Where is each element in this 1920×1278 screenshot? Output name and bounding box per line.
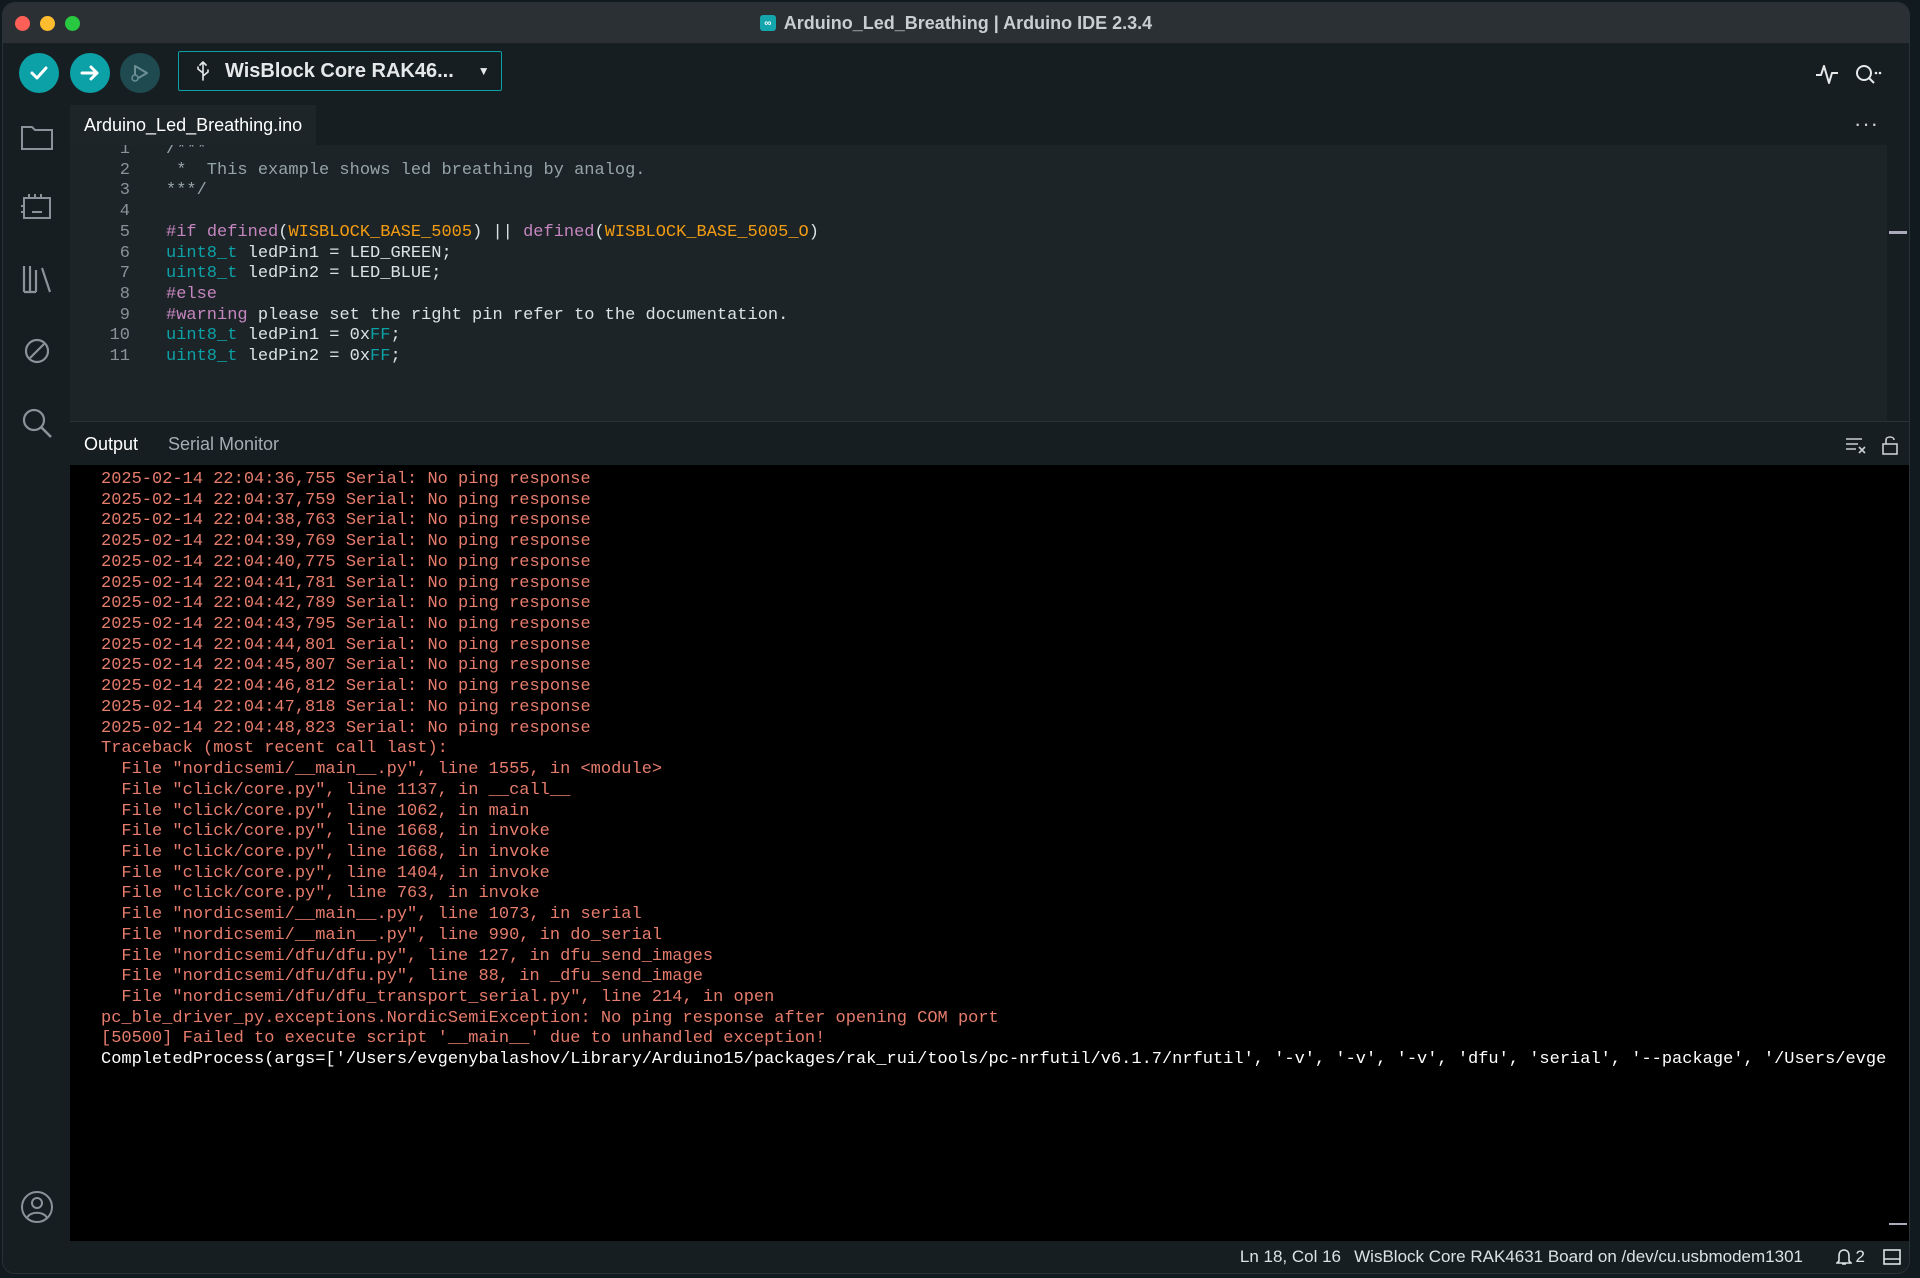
code-token: ; [390, 347, 401, 366]
code-token: ; [390, 326, 401, 346]
code-token: defined [523, 222, 595, 242]
sketchbook-button[interactable] [17, 117, 57, 157]
library-manager-button[interactable] [17, 259, 57, 299]
panel-layout-icon [1883, 1249, 1901, 1265]
code-token: uint8_t [166, 347, 238, 366]
output-console[interactable]: 2025-02-14 22:04:36,755 Serial: No ping … [70, 465, 1887, 1243]
window-controls [15, 16, 80, 31]
window-title: Arduino_Led_Breathing | Arduino IDE 2.3.… [783, 12, 1153, 33]
editor-tab-bar: Arduino_Led_Breathing.ino ··· [70, 105, 1909, 145]
output-line: CompletedProcess(args=['/Users/evgenybal… [101, 1050, 1887, 1070]
line-number: 11 [109, 347, 130, 366]
code-token: ***/ [166, 181, 207, 201]
code-token: WISBLOCK_BASE_5005_O [604, 222, 809, 242]
code-token: uint8_t [166, 243, 238, 263]
code-line[interactable]: 11 uint8_t ledPin2 = 0xFF; [70, 344, 1887, 369]
verify-button[interactable] [19, 53, 59, 93]
debug-button[interactable] [120, 53, 160, 93]
account-icon [21, 1191, 53, 1223]
code-token: FF [370, 347, 391, 366]
output-panel: Output Serial Monitor 2025-02-14 22:04:3… [70, 421, 1909, 1243]
status-bar: Ln 18, Col 16 WisBlock Core RAK4631 Boar… [3, 1241, 1909, 1273]
code-token: * This example shows led breathing by an… [166, 160, 646, 180]
account-button[interactable] [17, 1187, 57, 1227]
code-token: #warning [166, 305, 248, 325]
upload-button[interactable] [70, 53, 110, 93]
output-scroll-thumb[interactable] [1889, 1223, 1907, 1225]
board-selector-label: WisBlock Core RAK46... [225, 59, 454, 82]
minimize-window-button[interactable] [40, 16, 55, 31]
tab-output[interactable]: Output [84, 422, 138, 466]
title-bar: ∞ Arduino_Led_Breathing | Arduino IDE 2.… [3, 3, 1909, 44]
toggle-panel-button[interactable] [1883, 1248, 1901, 1266]
output-tab-bar: Output Serial Monitor [70, 421, 1909, 466]
code-token: ) [808, 222, 819, 242]
search-icon [22, 408, 52, 438]
search-button[interactable] [17, 403, 57, 443]
clear-output-button[interactable] [1845, 434, 1867, 456]
more-actions-icon[interactable]: ··· [1854, 111, 1879, 137]
code-token: uint8_t [166, 326, 238, 346]
file-tab[interactable]: Arduino_Led_Breathing.ino [70, 105, 317, 145]
output-scrollbar[interactable] [1887, 465, 1909, 1243]
window-title-group: ∞ Arduino_Led_Breathing | Arduino IDE 2.… [759, 12, 1153, 34]
boards-manager-icon [21, 194, 51, 219]
code-token: ( [278, 222, 289, 242]
debug-icon [131, 65, 148, 82]
notifications-count: 2 [1855, 1247, 1865, 1266]
serial-plotter-button[interactable] [1811, 58, 1843, 90]
file-tab-label: Arduino_Led_Breathing.ino [84, 114, 303, 135]
code-token: please set the right pin refer to the do… [247, 305, 789, 325]
code-token: uint8_t [166, 264, 238, 284]
board-selector[interactable]: WisBlock Core RAK46... ▼ [178, 51, 502, 91]
usb-icon [197, 61, 209, 81]
chevron-down-icon: ▼ [477, 64, 490, 78]
unlock-icon [1882, 436, 1898, 455]
code-text: uint8_t ledPin2 = 0xFF; [166, 344, 401, 369]
toolbar: WisBlock Core RAK46... ▼ [3, 44, 1909, 104]
notifications-status[interactable]: 2 [1835, 1241, 1865, 1273]
serial-monitor-icon [1856, 65, 1882, 84]
close-window-button[interactable] [15, 16, 30, 31]
code-token: ( [594, 222, 605, 242]
code-token: ) || [472, 222, 524, 242]
clear-output-icon [1846, 438, 1866, 454]
code-token: ledPin1 = LED_GREEN; [237, 243, 452, 263]
cursor-position[interactable]: Ln 18, Col 16 [1240, 1241, 1341, 1273]
scroll-lock-button[interactable] [1879, 434, 1901, 456]
editor-scrollbar[interactable] [1887, 145, 1909, 421]
upload-icon [80, 65, 99, 81]
library-manager-icon [22, 266, 52, 294]
code-token: defined [206, 222, 279, 242]
maximize-window-button[interactable] [65, 16, 80, 31]
code-token: WISBLOCK_BASE_5005 [288, 222, 473, 242]
activity-bar [3, 105, 70, 1273]
boards-manager-button[interactable] [17, 187, 57, 227]
serial-plotter-icon [1816, 65, 1838, 84]
code-token: ledPin2 = 0x [237, 347, 371, 366]
tab-serial-monitor[interactable]: Serial Monitor [168, 422, 279, 466]
debug-panel-button[interactable] [17, 331, 57, 371]
editor-scroll-thumb[interactable] [1889, 231, 1907, 234]
arduino-logo-icon: ∞ [759, 15, 776, 31]
ide-window: ∞ Arduino_Led_Breathing | Arduino IDE 2.… [3, 3, 1909, 1273]
code-token: FF [370, 326, 391, 346]
serial-monitor-button[interactable] [1851, 58, 1883, 90]
editor-area: Arduino_Led_Breathing.ino ··· 1/*** 2 * T… [70, 105, 1909, 421]
code-editor[interactable]: 1/*** 2 * This example shows led breathin… [70, 145, 1887, 421]
bell-icon [1835, 1249, 1852, 1265]
code-token: ledPin2 = LED_BLUE; [237, 264, 442, 284]
debug-disabled-icon [24, 338, 50, 364]
code-token: ledPin1 = 0x [237, 326, 371, 346]
verify-icon [30, 66, 48, 80]
folder-icon [21, 126, 53, 150]
board-port-status[interactable]: WisBlock Core RAK4631 Board on /dev/cu.u… [1354, 1241, 1803, 1273]
code-token: #if [166, 222, 207, 242]
code-token: #else [166, 284, 218, 304]
